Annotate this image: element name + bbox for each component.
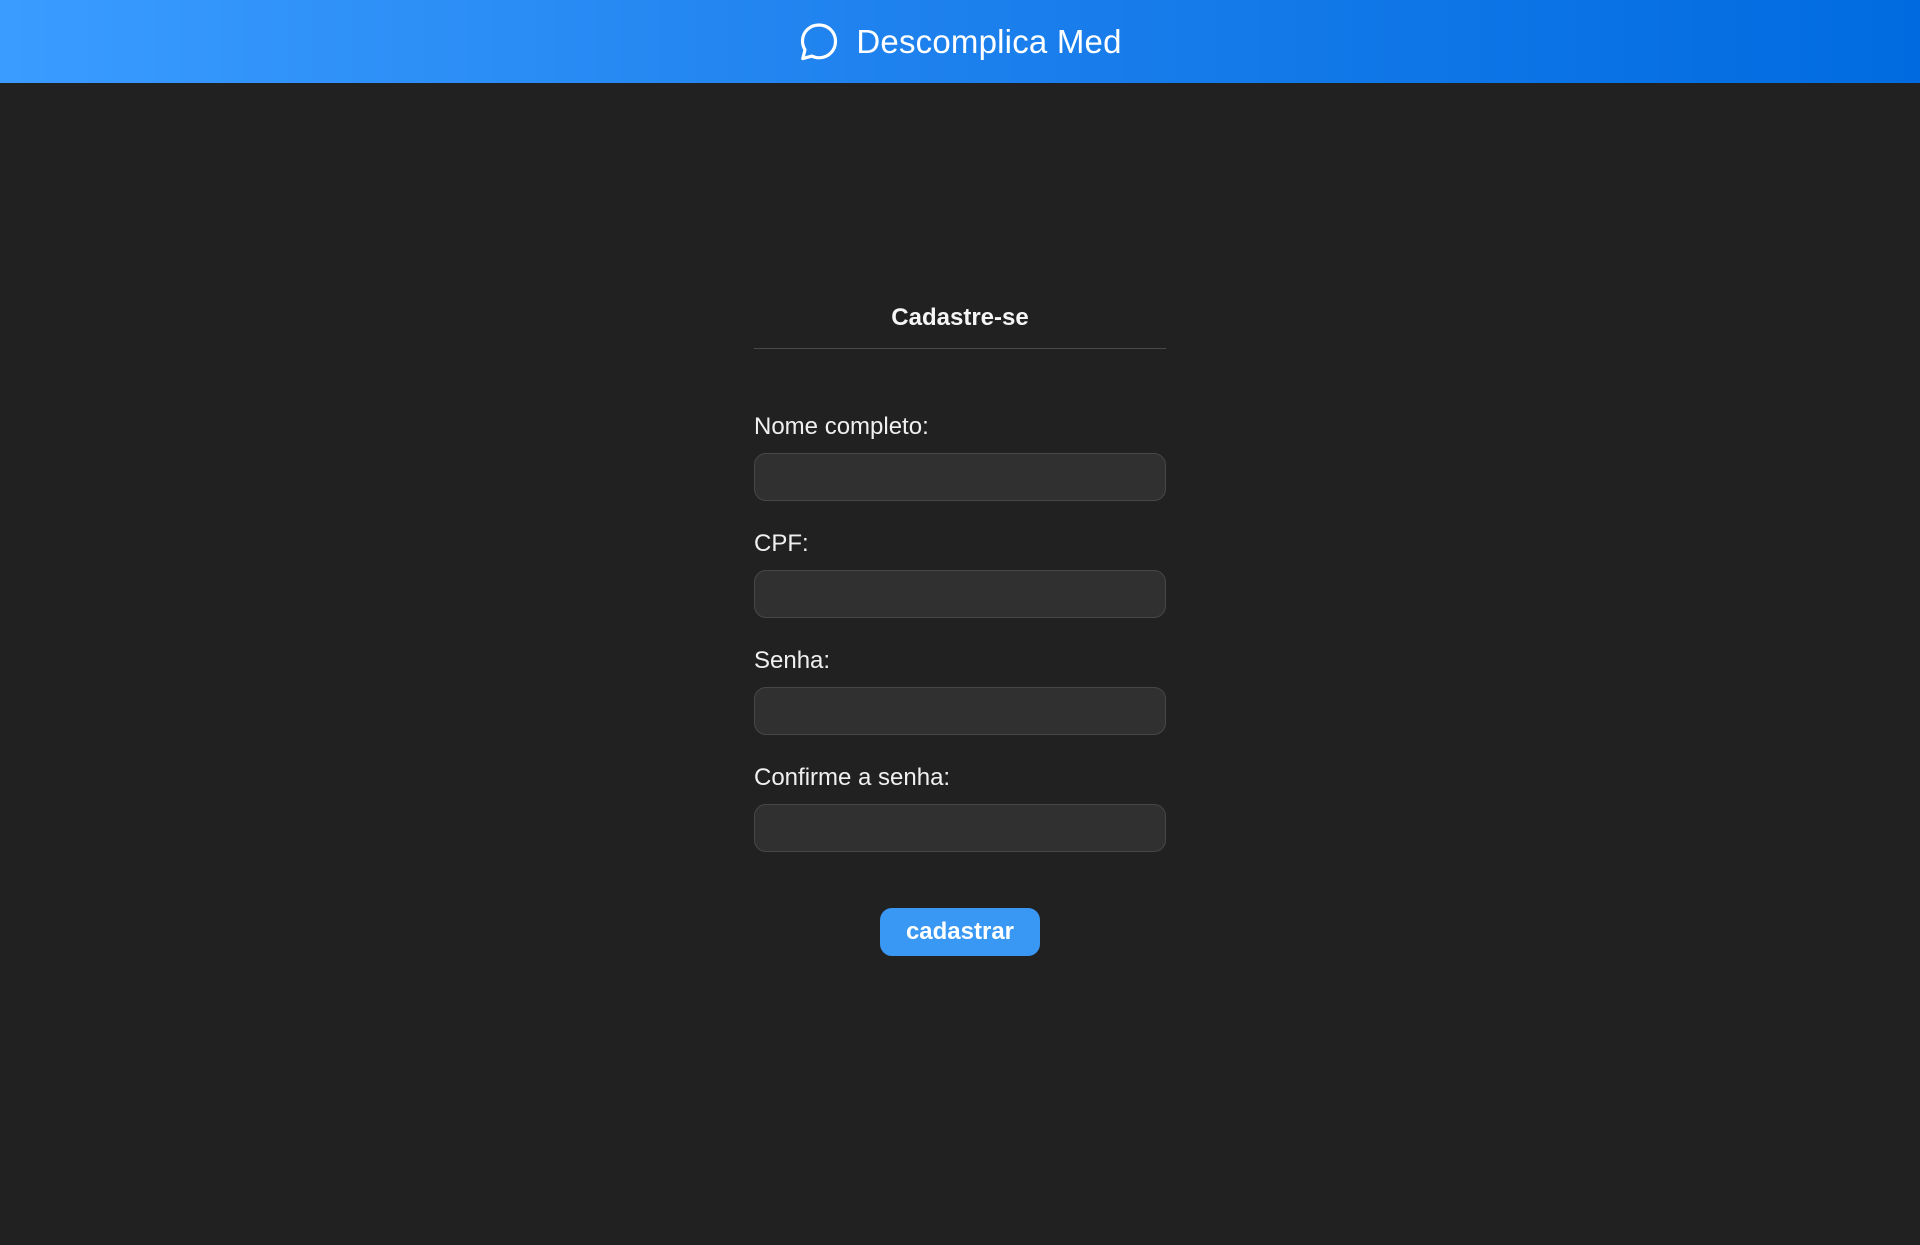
password-input[interactable] [754,687,1166,735]
full-name-input[interactable] [754,453,1166,501]
field-full-name: Nome completo: [754,413,1166,501]
cpf-input[interactable] [754,570,1166,618]
page-title: Cadastre-se [891,304,1029,331]
field-password: Senha: [754,647,1166,735]
confirm-password-input[interactable] [754,804,1166,852]
full-name-label: Nome completo: [754,413,929,440]
form-actions: cadastrar [754,908,1166,956]
field-cpf: CPF: [754,530,1166,618]
brand-name: Descomplica Med [856,22,1122,60]
field-confirm-password: Confirme a senha: [754,764,1166,852]
form-fields: Nome completo: CPF: Senha: Confirme a se… [754,413,1166,852]
top-bar: Descomplica Med [0,0,1920,83]
password-label: Senha: [754,647,831,674]
cpf-label: CPF: [754,530,809,557]
register-button[interactable]: cadastrar [880,908,1040,956]
brand[interactable]: Descomplica Med [798,21,1121,63]
title-divider [754,348,1166,349]
confirm-password-label: Confirme a senha: [754,764,951,791]
signup-form: Cadastre-se Nome completo: CPF: Senha: C… [754,296,1166,956]
chat-bubble-icon [801,22,838,60]
